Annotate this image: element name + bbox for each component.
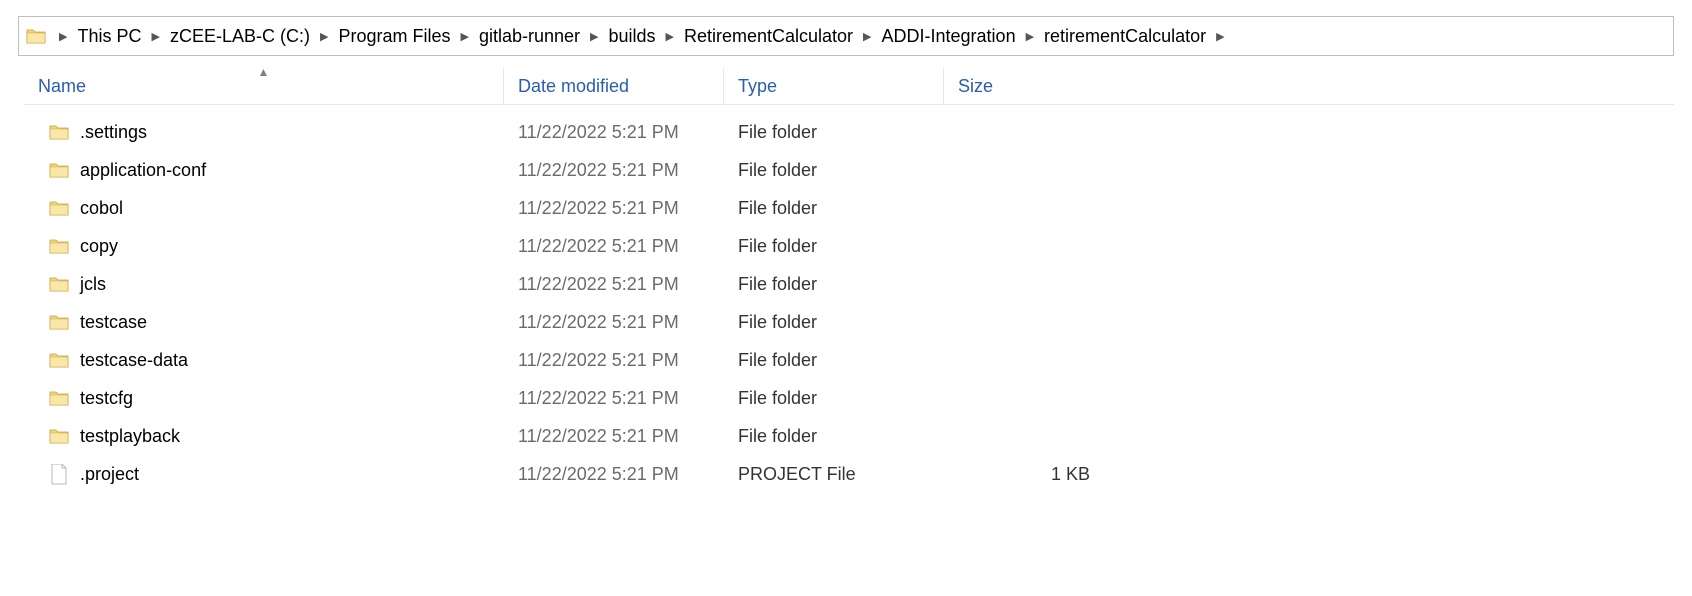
file-type: PROJECT File — [724, 464, 944, 485]
file-type: File folder — [724, 426, 944, 447]
column-header-type[interactable]: Type — [724, 68, 944, 104]
file-type: File folder — [724, 274, 944, 295]
file-icon — [48, 464, 70, 484]
file-name: .project — [80, 464, 139, 485]
file-size: 1 KB — [944, 464, 1114, 485]
table-row[interactable]: testcfg 11/22/2022 5:21 PMFile folder — [24, 379, 1674, 417]
file-type: File folder — [724, 350, 944, 371]
file-date: 11/22/2022 5:21 PM — [504, 274, 724, 295]
column-header-type-label: Type — [738, 76, 777, 97]
file-type: File folder — [724, 198, 944, 219]
file-date: 11/22/2022 5:21 PM — [504, 312, 724, 333]
explorer-window: ▶This PC▶zCEE-LAB-C (C:)▶Program Files▶g… — [0, 0, 1692, 509]
chevron-right-icon[interactable]: ▶ — [51, 30, 75, 43]
file-type: File folder — [724, 312, 944, 333]
chevron-right-icon[interactable]: ▶ — [582, 30, 606, 43]
file-name: cobol — [80, 198, 123, 219]
breadcrumb-item[interactable]: RetirementCalculator — [682, 24, 855, 49]
breadcrumb-item[interactable]: retirementCalculator — [1042, 24, 1208, 49]
folder-icon — [48, 274, 70, 294]
chevron-right-icon[interactable]: ▶ — [658, 30, 682, 43]
table-row[interactable]: .project 11/22/2022 5:21 PMPROJECT File1 … — [24, 455, 1674, 493]
chevron-right-icon[interactable]: ▶ — [1208, 30, 1232, 43]
table-row[interactable]: testcase 11/22/2022 5:21 PMFile folder — [24, 303, 1674, 341]
file-name: testcfg — [80, 388, 133, 409]
folder-icon — [48, 388, 70, 408]
folder-icon — [48, 312, 70, 332]
file-date: 11/22/2022 5:21 PM — [504, 388, 724, 409]
file-date: 11/22/2022 5:21 PM — [504, 198, 724, 219]
file-date: 11/22/2022 5:21 PM — [504, 160, 724, 181]
column-header-size-label: Size — [958, 76, 993, 97]
table-row[interactable]: jcls 11/22/2022 5:21 PMFile folder — [24, 265, 1674, 303]
file-date: 11/22/2022 5:21 PM — [504, 350, 724, 371]
column-header-name[interactable]: ▲ Name — [24, 68, 504, 104]
breadcrumb-item[interactable]: This PC — [75, 24, 143, 49]
file-name: .settings — [80, 122, 147, 143]
file-type: File folder — [724, 122, 944, 143]
table-row[interactable]: .settings 11/22/2022 5:21 PMFile folder — [24, 113, 1674, 151]
breadcrumb-item[interactable]: builds — [606, 24, 657, 49]
file-name: testcase — [80, 312, 147, 333]
file-date: 11/22/2022 5:21 PM — [504, 122, 724, 143]
file-list: ▲ Name Date modified Type Size .settings… — [24, 68, 1674, 493]
file-name: testcase-data — [80, 350, 188, 371]
file-name: copy — [80, 236, 118, 257]
file-date: 11/22/2022 5:21 PM — [504, 464, 724, 485]
breadcrumb-item[interactable]: Program Files — [336, 24, 452, 49]
chevron-right-icon[interactable]: ▶ — [1018, 30, 1042, 43]
folder-icon — [25, 25, 47, 47]
column-header-date-label: Date modified — [518, 76, 629, 97]
file-type: File folder — [724, 388, 944, 409]
breadcrumb-item[interactable]: gitlab-runner — [477, 24, 582, 49]
table-row[interactable]: application-conf 11/22/2022 5:21 PMFile f… — [24, 151, 1674, 189]
file-date: 11/22/2022 5:21 PM — [504, 426, 724, 447]
file-name: testplayback — [80, 426, 180, 447]
breadcrumb-item[interactable]: ADDI-Integration — [880, 24, 1018, 49]
chevron-right-icon[interactable]: ▶ — [452, 30, 476, 43]
chevron-right-icon[interactable]: ▶ — [143, 30, 167, 43]
folder-icon — [48, 122, 70, 142]
chevron-right-icon[interactable]: ▶ — [312, 30, 336, 43]
file-name: jcls — [80, 274, 106, 295]
breadcrumb: ▶This PC▶zCEE-LAB-C (C:)▶Program Files▶g… — [51, 24, 1667, 49]
file-type: File folder — [724, 236, 944, 257]
table-row[interactable]: testplayback 11/22/2022 5:21 PMFile folde… — [24, 417, 1674, 455]
column-header-name-label: Name — [38, 76, 86, 97]
breadcrumb-item[interactable]: zCEE-LAB-C (C:) — [168, 24, 312, 49]
folder-icon — [48, 160, 70, 180]
folder-icon — [48, 236, 70, 256]
file-name: application-conf — [80, 160, 206, 181]
chevron-right-icon[interactable]: ▶ — [855, 30, 879, 43]
address-bar[interactable]: ▶This PC▶zCEE-LAB-C (C:)▶Program Files▶g… — [18, 16, 1674, 56]
sort-ascending-icon: ▲ — [258, 66, 270, 78]
column-header-date[interactable]: Date modified — [504, 68, 724, 104]
file-date: 11/22/2022 5:21 PM — [504, 236, 724, 257]
file-type: File folder — [724, 160, 944, 181]
folder-icon — [48, 426, 70, 446]
folder-icon — [48, 350, 70, 370]
table-row[interactable]: testcase-data 11/22/2022 5:21 PMFile fold… — [24, 341, 1674, 379]
column-header-size[interactable]: Size — [944, 68, 1114, 104]
column-headers: ▲ Name Date modified Type Size — [24, 68, 1674, 105]
table-row[interactable]: copy 11/22/2022 5:21 PMFile folder — [24, 227, 1674, 265]
file-rows: .settings11/22/2022 5:21 PMFile folderap… — [24, 105, 1674, 493]
folder-icon — [48, 198, 70, 218]
table-row[interactable]: cobol 11/22/2022 5:21 PMFile folder — [24, 189, 1674, 227]
